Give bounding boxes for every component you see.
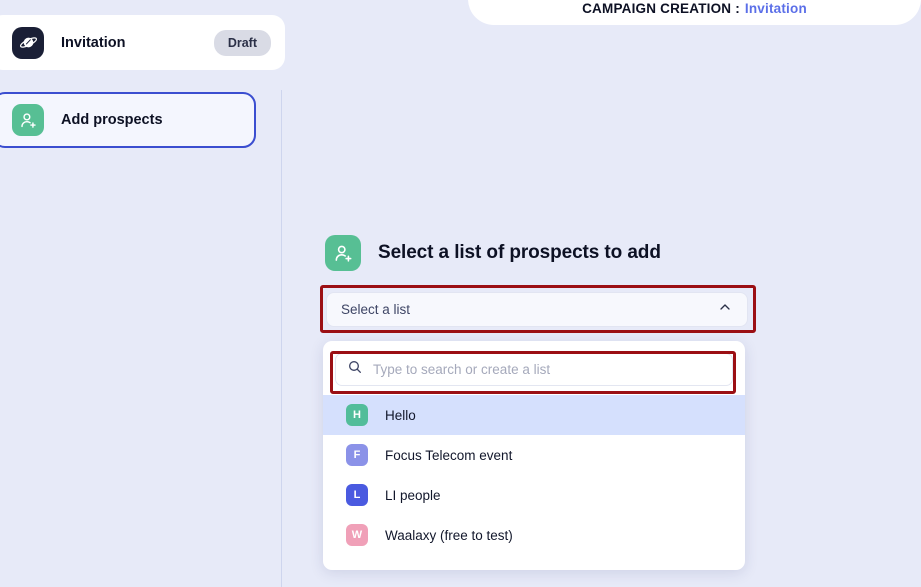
breadcrumb-value: Invitation [744,1,807,16]
breadcrumb-label: CAMPAIGN CREATION : [582,1,740,16]
avatar: H [346,404,368,426]
annotation-box-select [320,285,756,333]
add-person-icon [12,104,44,136]
campaign-name: Invitation [61,34,126,51]
list-item[interactable]: H Hello [323,395,745,435]
list-item-label: Focus Telecom event [385,447,513,463]
add-person-icon [325,235,361,271]
page-title-text: Select a list of prospects to add [378,242,661,263]
campaign-card-invitation[interactable]: Invitation Draft [0,15,285,70]
list-item-label: Waalaxy (free to test) [385,527,513,543]
planet-icon [12,26,44,59]
list-item[interactable]: F Focus Telecom event [323,435,745,475]
status-badge: Draft [213,29,271,56]
list-item-label: LI people [385,487,441,503]
list-item[interactable]: W Waalaxy (free to test) [323,515,745,555]
sidebar: Invitation Draft Add prospects [0,0,285,587]
avatar: F [346,444,368,466]
page-title: Select a list of prospects to add [325,235,661,271]
list-item-label: Hello [385,407,416,423]
avatar: W [346,524,368,546]
sidebar-divider [281,90,282,587]
sidebar-item-add-prospects[interactable]: Add prospects [0,92,256,148]
annotation-box-search [330,351,736,394]
header-panel: CAMPAIGN CREATION : Invitation [468,0,921,25]
breadcrumb: CAMPAIGN CREATION : Invitation [468,1,921,16]
sidebar-item-label: Add prospects [61,112,163,128]
list-item[interactable]: L LI people [323,475,745,515]
avatar: L [346,484,368,506]
